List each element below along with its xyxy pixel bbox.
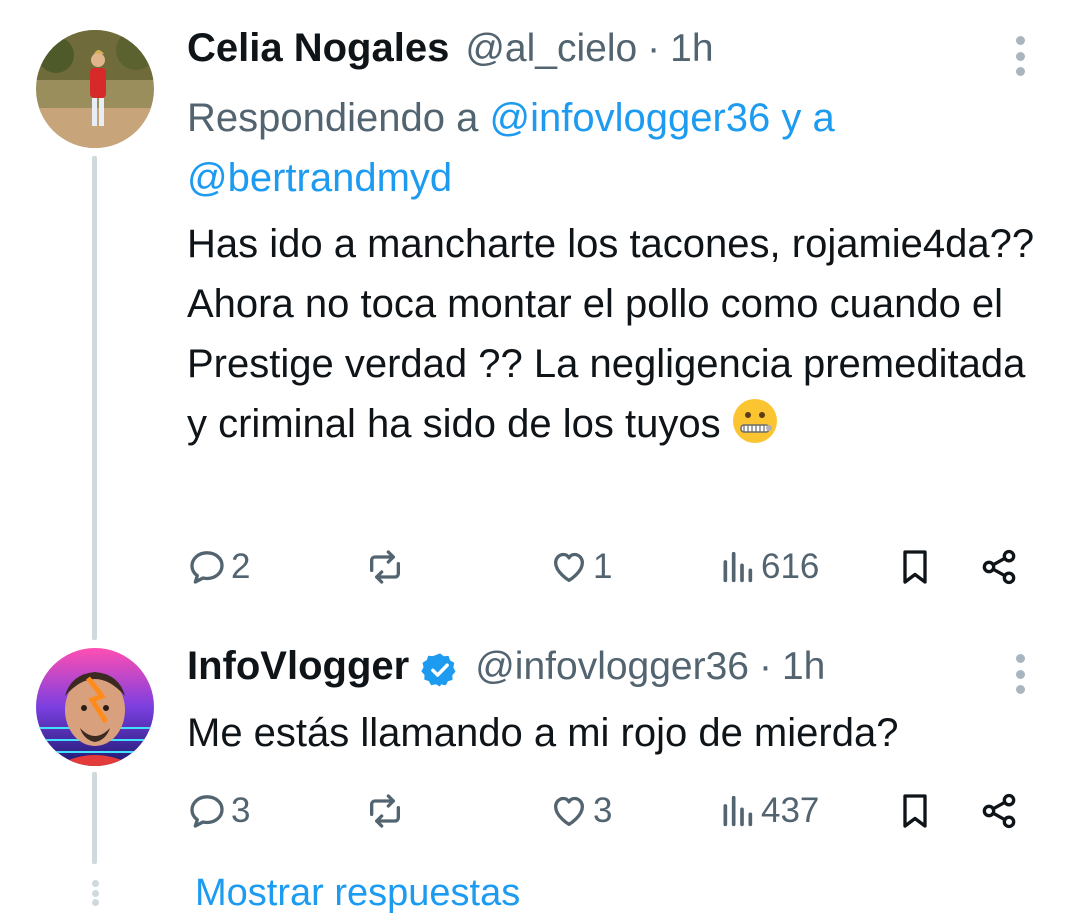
timestamp[interactable]: 1h (670, 27, 713, 71)
view-count: 437 (761, 791, 820, 830)
separator-dot: · (647, 27, 661, 70)
replying-handle-link[interactable]: @infovlogger36 (489, 96, 770, 140)
tweet-actions: 2 1 616 (187, 542, 1037, 592)
retweet-button[interactable] (365, 542, 409, 592)
retweet-icon (370, 794, 400, 828)
like-count: 1 (593, 547, 613, 586)
tweet-header: Celia Nogales @al_cielo · 1h (187, 26, 714, 78)
reply-button[interactable]: 3 (187, 786, 250, 836)
reply-count: 3 (231, 791, 251, 830)
like-button[interactable]: 1 (549, 542, 612, 592)
separator-dot: · (758, 645, 772, 688)
view-count: 616 (761, 547, 820, 586)
replying-to: Respondiendo a @infovlogger36 y a @bertr… (187, 88, 987, 208)
replying-prefix: Respondiendo a (187, 96, 479, 140)
replying-conjunction[interactable]: y a (781, 96, 834, 140)
like-icon (554, 552, 584, 582)
bookmark-icon (903, 550, 927, 584)
timestamp[interactable]: 1h (782, 645, 825, 689)
author-name[interactable]: Celia Nogales (187, 26, 449, 71)
share-icon (982, 793, 1016, 829)
author-handle[interactable]: @al_cielo (465, 27, 637, 71)
like-button[interactable]: 3 (549, 786, 612, 836)
tweet-header: InfoVlogger @infovlogger36 · 1h (187, 644, 825, 696)
reply-button[interactable]: 2 (187, 542, 250, 592)
avatar[interactable] (36, 648, 154, 766)
thread-continuation-dots (90, 880, 100, 906)
share-icon (982, 549, 1016, 585)
tweet-text: Me estás llamando a mi rojo de mierda? (187, 703, 1047, 763)
author-name[interactable]: InfoVlogger (187, 644, 409, 689)
views-button[interactable]: 437 (717, 786, 819, 836)
verified-badge-icon[interactable] (421, 651, 459, 689)
more-icon[interactable] (1013, 36, 1027, 76)
retweet-icon (370, 550, 400, 584)
tweet-text-content: Me estás llamando a mi rojo de mierda? (187, 711, 899, 755)
like-icon (554, 796, 584, 826)
share-button[interactable] (979, 786, 1019, 836)
bookmark-icon (903, 794, 927, 828)
show-more-replies-link[interactable]: Mostrar respuestas (195, 872, 520, 915)
reply-icon (190, 551, 224, 584)
views-icon (723, 551, 753, 583)
avatar-image (36, 30, 154, 148)
retweet-button[interactable] (365, 786, 409, 836)
reply-count: 2 (231, 547, 251, 586)
share-button[interactable] (979, 542, 1019, 592)
zipper-mouth-face-icon (732, 399, 777, 443)
author-handle[interactable]: @infovlogger36 (475, 645, 749, 689)
replying-handle-link[interactable]: @bertrandmyd (187, 156, 452, 200)
bookmark-button[interactable] (895, 786, 935, 836)
views-icon (723, 795, 753, 827)
tweet-text-content: Has ido a mancharte los tacones, rojamie… (187, 222, 1035, 446)
avatar[interactable] (36, 30, 154, 148)
tweet-actions: 3 3 437 (187, 786, 1037, 836)
like-count: 3 (593, 791, 613, 830)
avatar-image (36, 648, 154, 766)
views-button[interactable]: 616 (717, 542, 819, 592)
more-icon[interactable] (1013, 654, 1027, 694)
thread-line (92, 156, 97, 640)
reply-icon (190, 795, 224, 828)
thread-line (92, 772, 97, 864)
tweet-text: Has ido a mancharte los tacones, rojamie… (187, 214, 1047, 454)
bookmark-button[interactable] (895, 542, 935, 592)
